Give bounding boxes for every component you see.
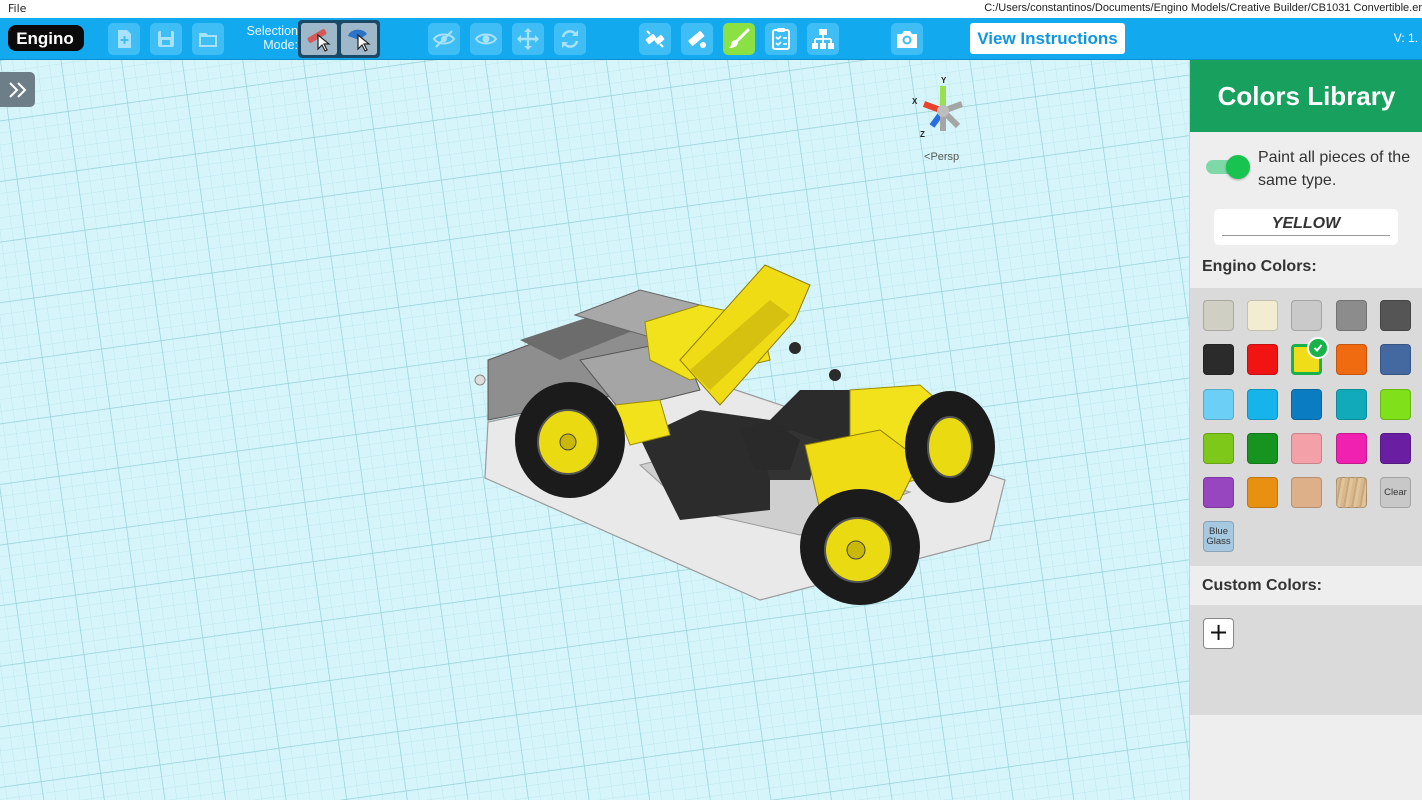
engino-colors-title: Engino Colors:	[1202, 258, 1317, 275]
color-swatch[interactable]	[1203, 300, 1234, 331]
color-swatch[interactable]	[1203, 344, 1234, 375]
show-button[interactable]	[470, 23, 502, 55]
color-swatch[interactable]	[1203, 477, 1234, 508]
color-swatch[interactable]	[1336, 300, 1367, 331]
menu-bar: File C:/Users/constantinos/Documents/Eng…	[0, 0, 1422, 18]
color-swatch[interactable]	[1380, 389, 1411, 420]
toggle-knob	[1226, 155, 1250, 179]
color-swatch[interactable]	[1203, 433, 1234, 464]
paint-all-label: Paint all pieces of the same type.	[1258, 149, 1411, 189]
clipboard-icon	[772, 28, 790, 50]
hierarchy-button[interactable]	[807, 23, 839, 55]
hide-button[interactable]	[428, 23, 460, 55]
hide-eye-icon	[432, 30, 456, 48]
rotate-icon	[561, 30, 579, 48]
engino-logo: Engino	[8, 25, 84, 51]
checklist-button[interactable]	[765, 23, 797, 55]
color-swatch[interactable]	[1380, 300, 1411, 331]
paint-button[interactable]	[723, 23, 755, 55]
color-swatch[interactable]	[1247, 477, 1278, 508]
color-swatch[interactable]	[1380, 344, 1411, 375]
clear-color-button[interactable]: Clear	[1380, 477, 1411, 508]
disassemble-icon	[645, 30, 665, 48]
save-icon	[158, 31, 174, 47]
toolbar: Engino Selection Mode: View Instructions…	[0, 18, 1422, 61]
checkmark-icon	[1307, 337, 1329, 359]
logo-text: Engino	[16, 29, 74, 48]
new-file-icon	[118, 30, 131, 48]
color-swatch[interactable]	[1291, 433, 1322, 464]
pieces-icon	[688, 30, 706, 48]
color-swatch-blue-glass[interactable]: Blue Glass	[1203, 521, 1234, 552]
select-group-button[interactable]	[341, 23, 377, 55]
floor-grid	[0, 60, 1189, 800]
open-folder-button[interactable]	[192, 23, 224, 55]
color-swatch[interactable]	[1291, 300, 1322, 331]
double-chevron-right-icon	[8, 81, 26, 98]
selected-color-display: YELLOW	[1214, 209, 1398, 245]
color-swatch[interactable]	[1247, 433, 1278, 464]
color-swatch[interactable]	[1291, 477, 1322, 508]
color-swatch[interactable]	[1247, 389, 1278, 420]
projection-label: Persp	[930, 151, 960, 163]
custom-colors-area: +	[1190, 605, 1422, 715]
expand-sidebar-button[interactable]	[0, 72, 35, 107]
rotate-button[interactable]	[554, 23, 586, 55]
move-arrows-icon	[517, 28, 539, 50]
panel-title: Colors Library	[1190, 60, 1422, 132]
hierarchy-icon	[812, 29, 834, 49]
selection-mode-group	[298, 20, 380, 58]
menu-file[interactable]: File	[8, 2, 26, 15]
pieces-button[interactable]	[681, 23, 713, 55]
color-swatch-selected[interactable]	[1291, 337, 1329, 375]
file-path: C:/Users/constantinos/Documents/Engino M…	[984, 2, 1422, 14]
disassemble-button[interactable]	[639, 23, 671, 55]
group-select-cursor-icon	[348, 29, 371, 52]
y-axis-label: Y	[941, 76, 947, 85]
3d-viewport[interactable]: Y X Z <Persp	[0, 60, 1189, 800]
color-swatch[interactable]	[1203, 389, 1234, 420]
color-swatch[interactable]	[1336, 344, 1367, 375]
selection-mode-label: Selection Mode:	[246, 24, 298, 52]
color-swatch-wood[interactable]	[1336, 477, 1367, 508]
camera-icon	[897, 31, 917, 48]
eye-icon	[474, 33, 498, 45]
select-single-button[interactable]	[301, 23, 337, 55]
color-swatch[interactable]	[1291, 389, 1322, 420]
custom-colors-title: Custom Colors:	[1202, 577, 1322, 594]
single-select-cursor-icon	[307, 29, 331, 52]
save-button[interactable]	[150, 23, 182, 55]
paintbrush-icon	[729, 28, 750, 48]
folder-icon	[199, 33, 217, 47]
color-swatch[interactable]	[1380, 433, 1411, 464]
screenshot-button[interactable]	[891, 23, 923, 55]
color-swatch[interactable]	[1247, 344, 1278, 375]
colors-library-panel: Colors Library Paint all pieces of the s…	[1189, 60, 1422, 800]
projection-toggle[interactable]: <Persp	[924, 151, 959, 163]
color-swatch[interactable]	[1336, 433, 1367, 464]
selected-color-name: YELLOW	[1222, 215, 1390, 236]
view-instructions-button[interactable]: View Instructions	[970, 23, 1125, 54]
paint-all-toggle[interactable]	[1206, 155, 1250, 179]
new-file-button[interactable]	[108, 23, 140, 55]
x-axis-label: X	[912, 97, 918, 106]
version-label: V: 1.	[1393, 31, 1418, 45]
move-button[interactable]	[512, 23, 544, 55]
engino-colors-grid: Clear Blue Glass	[1190, 288, 1422, 566]
color-swatch[interactable]	[1336, 389, 1367, 420]
add-custom-color-button[interactable]: +	[1203, 618, 1234, 649]
z-axis-label: Z	[920, 130, 925, 139]
color-swatch[interactable]	[1247, 300, 1278, 331]
